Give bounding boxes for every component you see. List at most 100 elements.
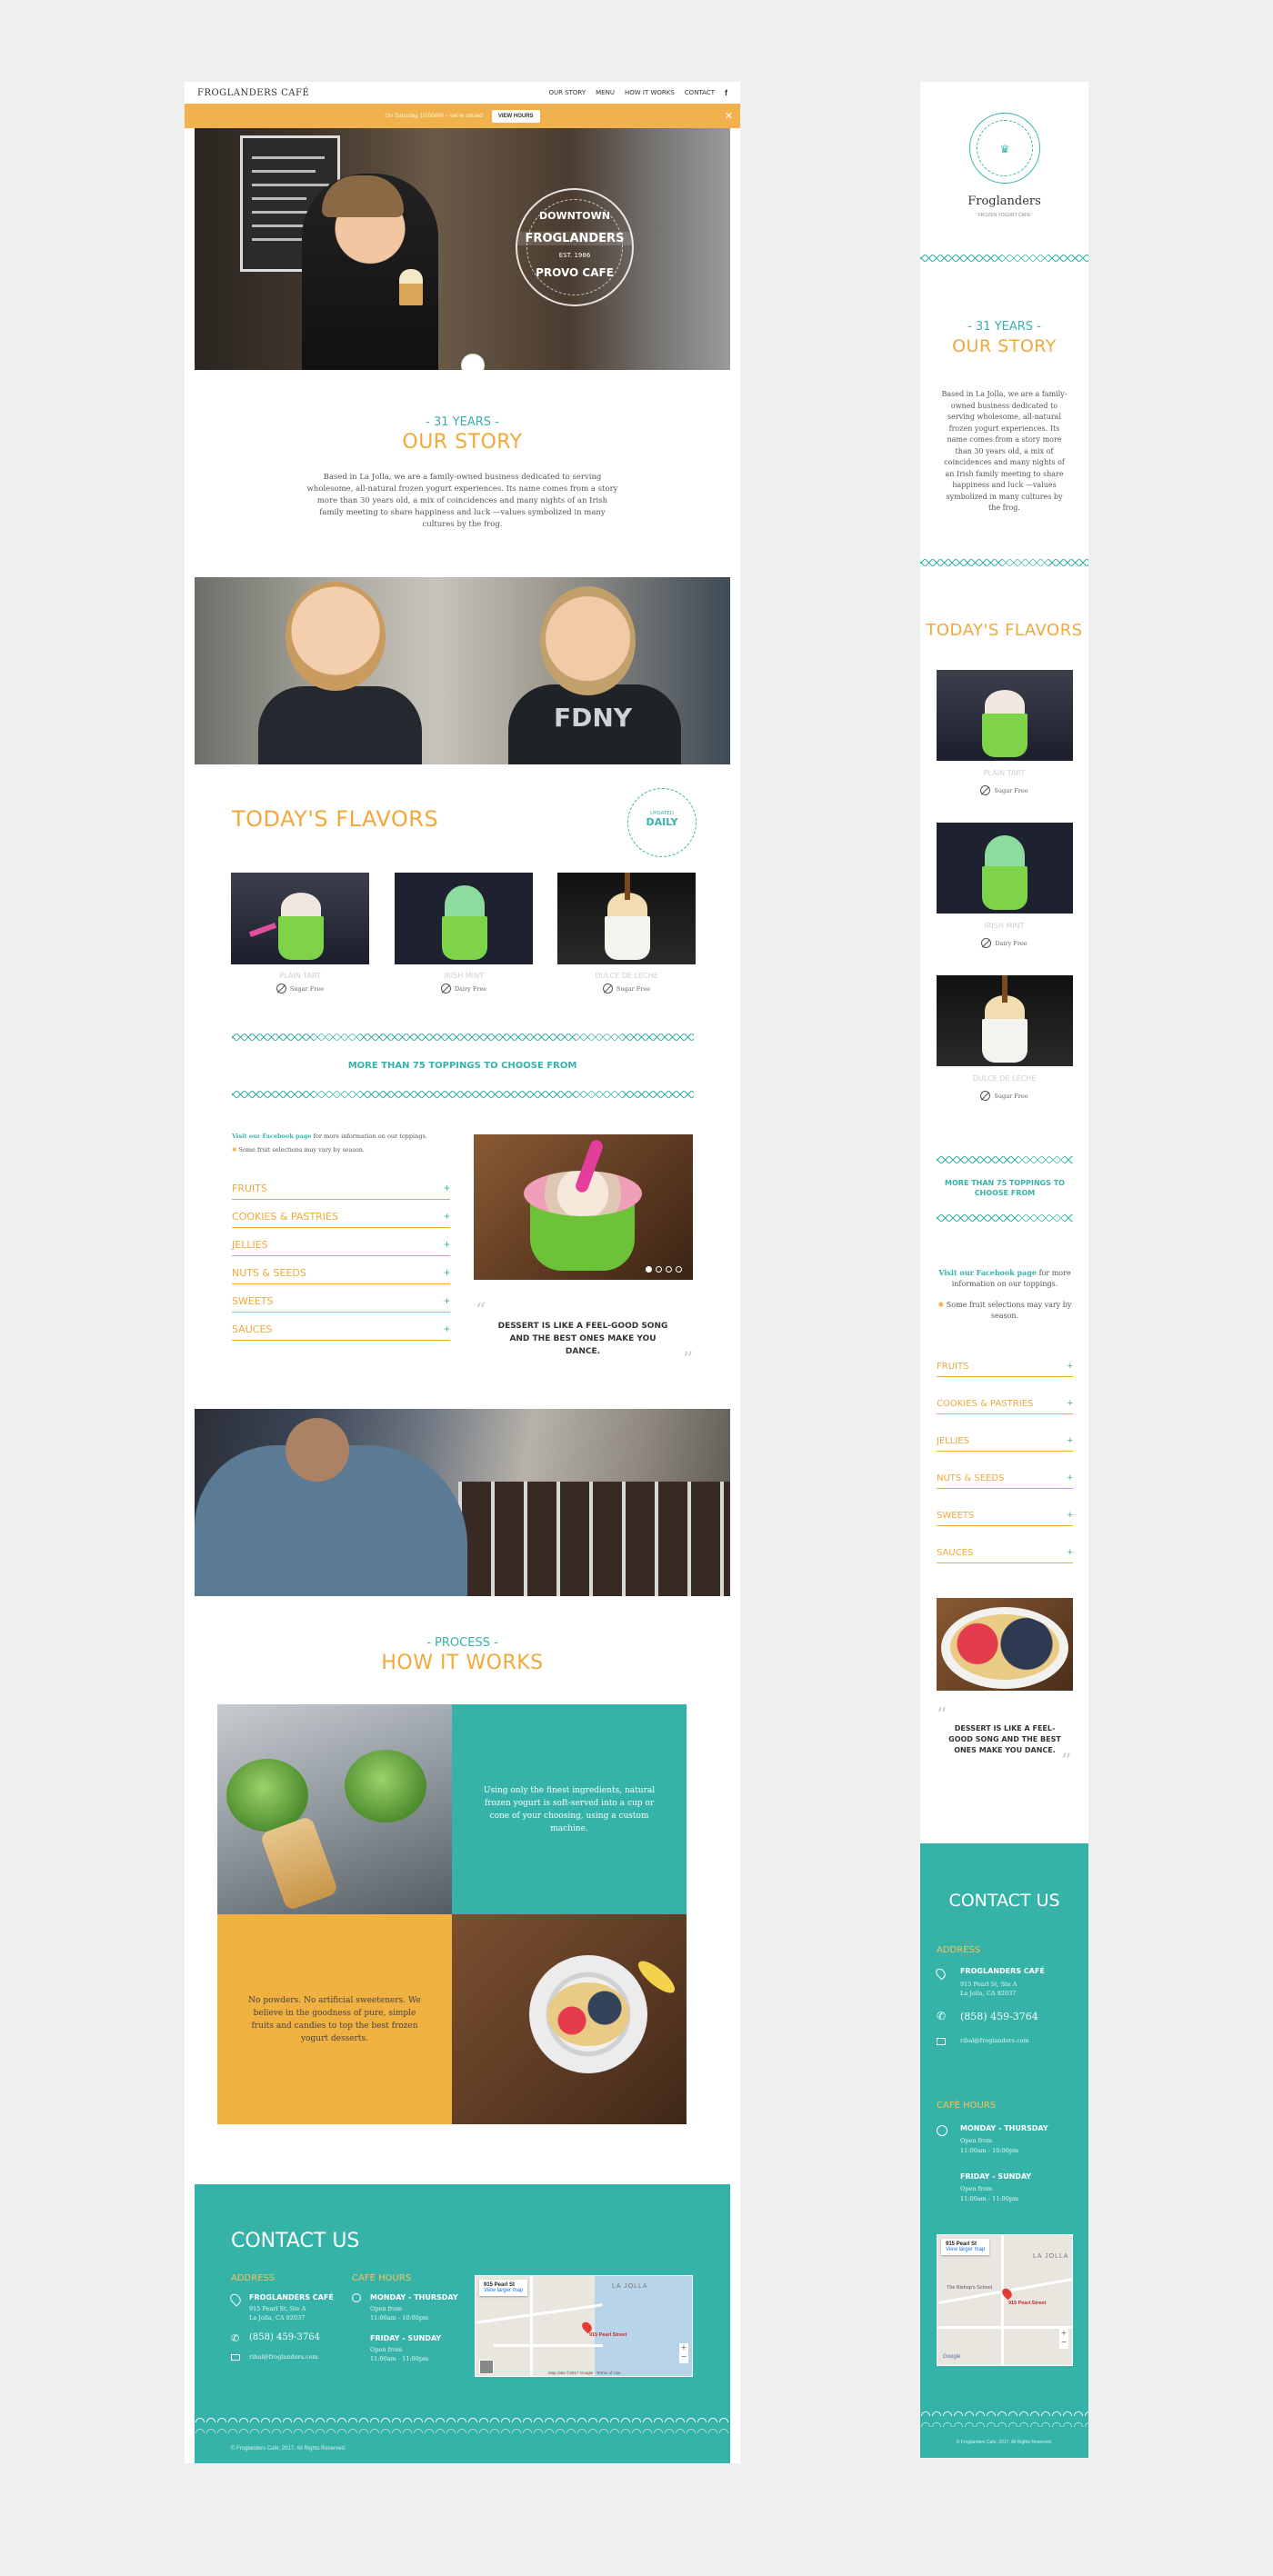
accordion-sauces[interactable]: SAUCES + [232, 1313, 450, 1341]
mobile-accordion-nuts[interactable]: NUTS & SEEDS + [937, 1462, 1073, 1489]
zoom-controls[interactable]: + − [1059, 2329, 1068, 2349]
mobile-phone-link[interactable]: (858) 459-3764 [960, 2011, 1038, 2022]
nav-our-story[interactable]: OUR STORY [548, 89, 586, 96]
brand-name[interactable]: FROGLANDERS CAFÉ [197, 88, 309, 98]
flavor-card[interactable]: PLAIN TART Sugar Free [231, 873, 369, 993]
mobile-story-title: OUR STORY [952, 336, 1057, 356]
zoom-controls[interactable]: + − [679, 2343, 688, 2363]
mobile-flavor-photo[interactable] [937, 670, 1073, 761]
story-eyebrow: - 31 YEARS - [426, 415, 499, 429]
mobile-accordion-sauces[interactable]: SAUCES + [937, 1536, 1073, 1563]
mobile-flavor-photo[interactable] [937, 975, 1073, 1066]
mobile-days-2: FRIDAY - SUNDAY [960, 2172, 1032, 2181]
mobile-open-2: Open from [960, 2185, 993, 2192]
facebook-link[interactable]: Visit our Facebook page [232, 1133, 312, 1140]
flavor-card[interactable]: IRISH MINT Dairy Free [395, 873, 533, 993]
zigzag-divider [937, 1214, 1073, 1222]
frogs-photo [217, 1704, 452, 1914]
mobile-accordion-cookies[interactable]: COOKIES & PASTRIES + [937, 1387, 1073, 1414]
mobile-time-2: 11:00am - 11:00pm [960, 2195, 1019, 2202]
phone-link[interactable]: (858) 459-3764 [249, 2332, 320, 2342]
mobile-facebook-link[interactable]: Visit our Facebook page [938, 1268, 1037, 1277]
mobile-logo-tag: FROZEN YOGURT CAFE [977, 213, 1031, 218]
nav-how-it-works[interactable]: HOW IT WORKS [625, 89, 675, 96]
carousel-dots[interactable] [646, 1266, 682, 1273]
frog-icon [461, 354, 485, 370]
mobile-open-1: Open from [960, 2137, 993, 2144]
mobile-accordion-fruits[interactable]: FRUITS + [937, 1350, 1073, 1377]
flavor-photo [231, 873, 369, 964]
mobile-map-larger-link[interactable]: View larger map [946, 2247, 985, 2252]
streetview-thumb[interactable] [479, 2360, 494, 2374]
desktop-page: FROGLANDERS CAFÉ OUR STORY MENU HOW IT W… [185, 82, 740, 2463]
mobile-map-embed[interactable]: 915 Pearl St View larger map 915 Pearl St… [937, 2234, 1073, 2366]
counter-photo [195, 1409, 730, 1596]
city: La Jolla, CA 92037 [249, 2314, 306, 2321]
zigzag-divider [920, 255, 1088, 262]
mobile-flavor-name: IRISH MINT [984, 922, 1025, 930]
mobile-flavor-tag: Sugar Free [994, 786, 1028, 794]
mobile-logo-name[interactable]: Froglanders [920, 195, 1088, 208]
no-sugar-icon [276, 983, 286, 993]
announcement-banner: On Saturday 10:00AM – we're closed VIEW … [185, 104, 740, 128]
plus-icon: + [1067, 1547, 1073, 1558]
mobile-contact-title: CONTACT US [948, 1891, 1060, 1911]
view-hours-button[interactable]: VIEW HOURS [491, 109, 540, 123]
flavor-tag: Sugar Free [289, 984, 325, 993]
location-pin-icon [934, 1966, 947, 1981]
quote-open-icon: “ [937, 1704, 947, 1727]
accordion-cookies[interactable]: COOKIES & PASTRIES + [232, 1201, 450, 1228]
banner-message: On Saturday 10:00AM – we're closed [385, 113, 483, 119]
facebook-text: for more information on our toppings. [311, 1133, 427, 1140]
updated-daily-stamp: UPDATED DAILY [627, 788, 697, 857]
contact-footer: CONTACT US ADDRESS FROGLANDERS CAFÉ 915 … [195, 2184, 730, 2463]
close-icon[interactable]: ✕ [725, 110, 733, 122]
plus-icon: + [443, 1323, 450, 1335]
zigzag-divider [232, 1033, 694, 1041]
accordion-jellies[interactable]: JELLIES + [232, 1229, 450, 1256]
mobile-season-note: Some fruit selections may vary by season… [946, 1301, 1072, 1320]
emblem-est: EST. 1986 [558, 252, 591, 259]
quote-text: DESSERT IS LIKE A FEEL-GOOD SONG AND THE… [497, 1322, 668, 1356]
facebook-icon[interactable]: f [725, 88, 727, 97]
mobile-accordion-sweets[interactable]: SWEETS + [937, 1499, 1073, 1526]
nav-menu[interactable]: MENU [596, 89, 615, 96]
street: 915 Pearl St, Ste A [249, 2305, 306, 2312]
google-logo: Google [943, 2354, 961, 2360]
quote-close-icon: ” [1061, 1751, 1072, 1773]
no-sugar-icon [980, 785, 991, 795]
copyright: © Froglanders Cafe, 2017. All Rights Res… [231, 2446, 346, 2451]
no-dairy-icon [981, 938, 992, 948]
mobile-email-link[interactable]: ribal@froglanders.com [960, 2036, 1029, 2045]
map-pin-label: 915 Pearl Street [589, 2332, 627, 2338]
map-larger-link[interactable]: View larger map [484, 2288, 523, 2293]
mobile-page: ♛ Froglanders FROZEN YOGURT CAFE - 31 YE… [920, 82, 1088, 2458]
flavor-name: PLAIN TART [279, 972, 321, 980]
hero-photo: DOWNTOWN FROGLANDERS EST. 1986 PROVO CAF… [195, 128, 730, 370]
toppings-carousel[interactable] [474, 1134, 693, 1280]
accordion-sweets[interactable]: SWEETS + [232, 1285, 450, 1313]
zigzag-divider [937, 1156, 1073, 1163]
story-title: OUR STORY [402, 431, 523, 454]
zigzag-divider [920, 559, 1088, 566]
quote-close-icon: ” [683, 1349, 694, 1372]
days-2: FRIDAY - SUNDAY [370, 2334, 442, 2342]
map-area: LA JOLLA [612, 2283, 648, 2290]
mobile-place-name: FROGLANDERS CAFÉ [960, 1967, 1045, 1975]
mobile-flavor-photo[interactable] [937, 823, 1073, 914]
accordion-nuts[interactable]: NUTS & SEEDS + [232, 1257, 450, 1284]
nav-contact[interactable]: CONTACT [685, 89, 715, 96]
mobile-toppings-carousel[interactable] [937, 1598, 1073, 1691]
email-link[interactable]: ribal@froglanders.com [249, 2352, 318, 2361]
mobile-address-label: ADDRESS [937, 1945, 981, 1955]
map-embed[interactable]: 915 Pearl St View larger map 915 Pearl St… [475, 2275, 693, 2377]
process-title: HOW IT WORKS [381, 1652, 544, 1674]
mobile-time-1: 11:00am - 10:00pm [960, 2147, 1019, 2154]
flavor-card[interactable]: DULCE DE LECHE Sugar Free [557, 873, 696, 993]
mobile-accordion-jellies[interactable]: JELLIES + [937, 1424, 1073, 1452]
scallop-divider [195, 2411, 730, 2422]
accordion-fruits[interactable]: FRUITS + [232, 1173, 450, 1200]
map-attribution: Map data ©2017 Google · Terms of Use [548, 2371, 621, 2375]
clock-icon [352, 2293, 361, 2302]
days-1: MONDAY - THURSDAY [370, 2293, 458, 2301]
